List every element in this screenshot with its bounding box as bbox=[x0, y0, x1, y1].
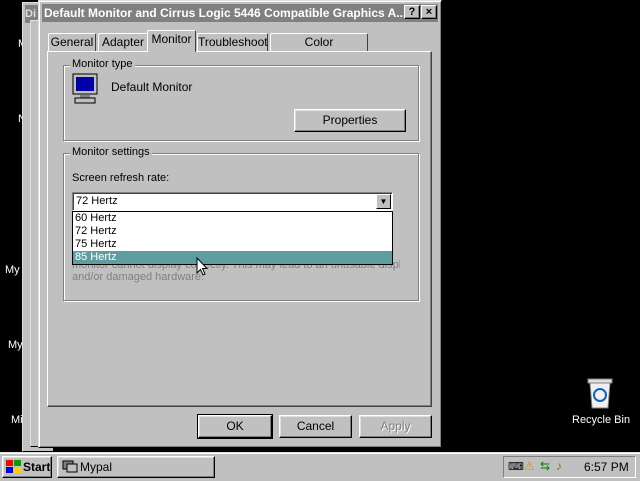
close-button[interactable]: × bbox=[421, 5, 437, 19]
network-icon[interactable]: ⇆ bbox=[540, 459, 550, 473]
recycle-bin-label: Recycle Bin bbox=[572, 414, 631, 426]
refresh-rate-select[interactable]: 72 Hertz ▼ bbox=[72, 192, 393, 211]
dialog-title: Default Monitor and Cirrus Logic 5446 Co… bbox=[44, 6, 407, 20]
desktop-icon-my-label[interactable]: My bbox=[5, 264, 20, 276]
option-60-hertz[interactable]: 60 Hertz bbox=[73, 212, 392, 225]
properties-button[interactable]: Properties bbox=[294, 109, 406, 132]
desktop-icon-my2-label[interactable]: My bbox=[8, 339, 23, 351]
desktop-text-mi: Mi bbox=[11, 414, 23, 426]
clock[interactable]: 6:57 PM bbox=[584, 460, 629, 474]
warning-icon[interactable]: ⚠ bbox=[524, 459, 535, 473]
tab-general[interactable]: General bbox=[48, 33, 96, 51]
speaker-icon[interactable]: ♪ bbox=[556, 459, 562, 473]
system-tray: ⌨ ⚠ ⇆ ♪ 6:57 PM bbox=[503, 456, 636, 478]
windows-logo-icon bbox=[6, 460, 21, 473]
tab-monitor[interactable]: Monitor bbox=[147, 30, 196, 52]
taskbar: Start Mypal ⌨ ⚠ ⇆ ♪ 6:57 PM bbox=[0, 452, 640, 481]
chevron-down-icon[interactable]: ▼ bbox=[376, 194, 391, 209]
dialog-titlebar[interactable]: Default Monitor and Cirrus Logic 5446 Co… bbox=[42, 4, 438, 22]
option-85-hertz[interactable]: 85 Hertz bbox=[73, 251, 392, 264]
help-button[interactable]: ? bbox=[404, 5, 420, 19]
start-button[interactable]: Start bbox=[2, 456, 52, 478]
display-properties-icon bbox=[62, 460, 78, 473]
taskbar-button-mypal[interactable]: Mypal bbox=[57, 456, 215, 478]
recycle-bin-icon bbox=[587, 378, 613, 409]
mouse-pointer-icon bbox=[196, 257, 208, 276]
apply-button[interactable]: Apply bbox=[359, 415, 432, 438]
monitor-settings-group-label: Monitor settings bbox=[70, 146, 152, 158]
ok-button[interactable]: OK bbox=[197, 414, 273, 439]
tab-adapter[interactable]: Adapter bbox=[98, 33, 148, 51]
monitor-icon bbox=[72, 73, 98, 104]
warning-text-line2: and/or damaged hardware. bbox=[72, 271, 205, 283]
recycle-bin[interactable]: Recycle Bin bbox=[570, 376, 632, 428]
option-75-hertz[interactable]: 75 Hertz bbox=[73, 238, 392, 251]
tab-troubleshoot[interactable]: Troubleshoot bbox=[197, 33, 268, 51]
option-72-hertz[interactable]: 72 Hertz bbox=[73, 225, 392, 238]
refresh-rate-value: 72 Hertz bbox=[76, 195, 118, 207]
keyboard-icon[interactable]: ⌨ bbox=[508, 460, 524, 473]
task-label: Mypal bbox=[80, 460, 113, 474]
refresh-rate-label: Screen refresh rate: bbox=[72, 172, 170, 184]
refresh-rate-dropdown: 60 Hertz 72 Hertz 75 Hertz 85 Hertz bbox=[72, 211, 393, 265]
start-label: Start bbox=[23, 460, 51, 474]
cancel-button[interactable]: Cancel bbox=[279, 415, 352, 438]
display-properties-dialog: Default Monitor and Cirrus Logic 5446 Co… bbox=[38, 0, 442, 448]
monitor-type-group-label: Monitor type bbox=[70, 58, 135, 70]
tab-color-management[interactable]: Color Management bbox=[270, 33, 368, 66]
monitor-name: Default Monitor bbox=[111, 80, 193, 94]
